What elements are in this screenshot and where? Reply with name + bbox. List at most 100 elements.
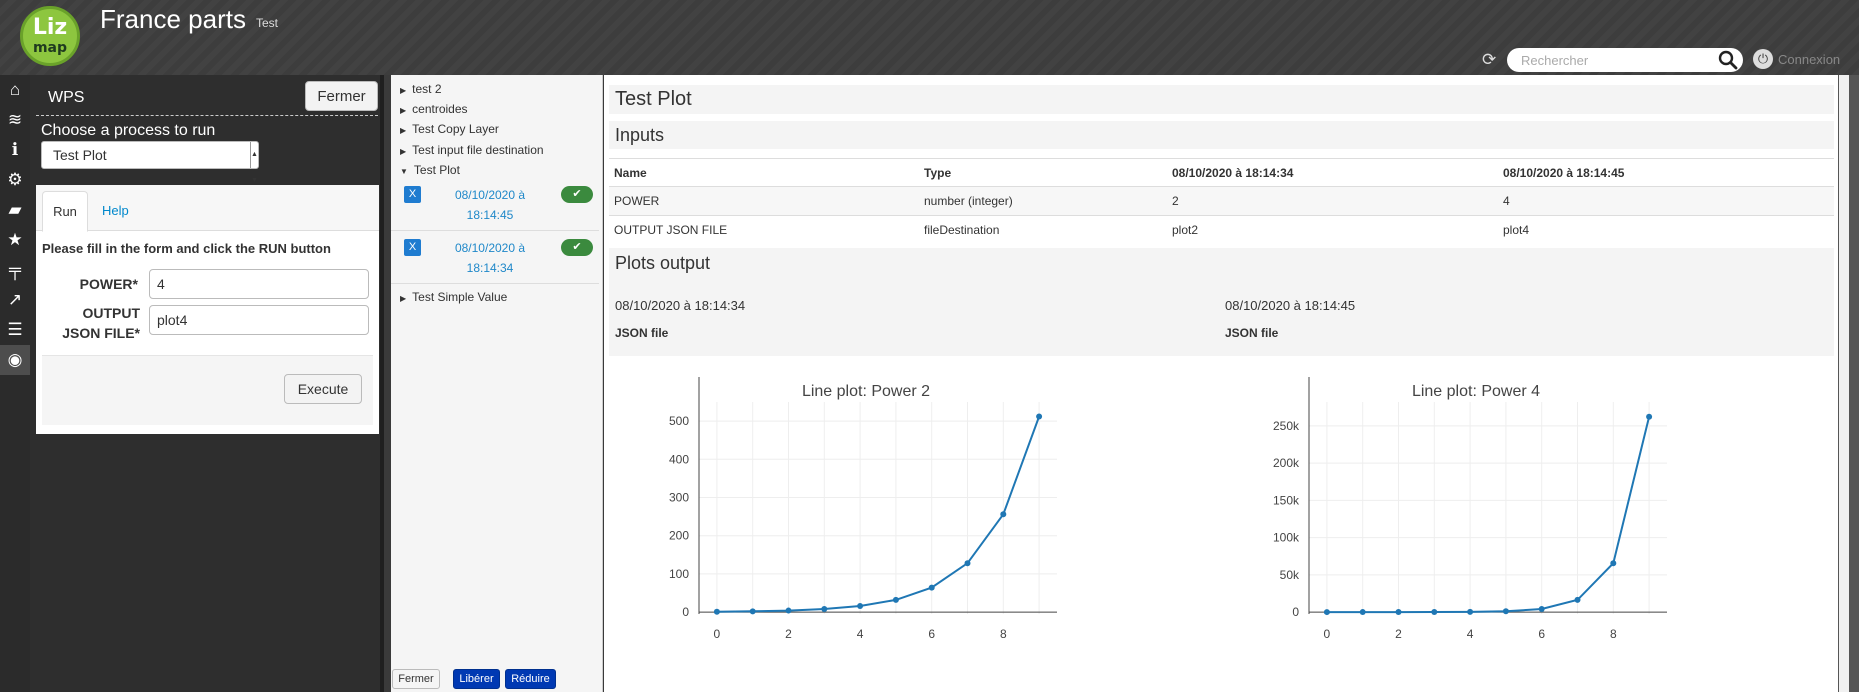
- line-chart-power-2: Line plot: Power 2 0 100 200 300 400 500 0 2 4 6 8: [669, 377, 1057, 641]
- y-tick-label: 500: [669, 414, 689, 428]
- choose-process-label: Choose a process to run: [41, 122, 216, 139]
- star-icon[interactable]: ★: [0, 225, 30, 255]
- free-button[interactable]: Libérer: [453, 669, 500, 689]
- header: Liz map France parts Test ⟳ ⏻ Connexion: [0, 0, 1859, 75]
- close-button[interactable]: Fermer: [392, 669, 440, 689]
- data-point: [1467, 608, 1474, 615]
- x-tick-label: 4: [1467, 627, 1474, 641]
- data-point: [1000, 511, 1007, 518]
- run-item: X 08/10/2020 à 18:14:34 ✔: [391, 234, 599, 284]
- scrollbar-thumb[interactable]: [1839, 75, 1849, 692]
- y-tick-label: 0: [682, 605, 689, 619]
- process-item[interactable]: ▶ Test Simple Value: [400, 290, 507, 304]
- gear-icon[interactable]: ⚙: [0, 165, 30, 195]
- triangle-right-icon: ▶: [400, 147, 407, 156]
- data-point: [821, 606, 828, 613]
- info-icon[interactable]: ℹ: [0, 135, 30, 165]
- x-tick-label: 6: [1538, 627, 1545, 641]
- series-line: [1326, 416, 1651, 614]
- x-tick-label: 0: [714, 627, 721, 641]
- y-tick-label: 100k: [1273, 531, 1300, 545]
- signpost-icon[interactable]: ╤: [0, 255, 30, 285]
- x-tick-label: 6: [928, 627, 935, 641]
- plots-section-title: Plots output: [615, 253, 711, 273]
- form-instructions: Please fill in the form and click the RU…: [42, 241, 331, 256]
- output-json-label-line1: OUTPUT: [82, 305, 140, 321]
- tab-help[interactable]: Help: [102, 191, 129, 231]
- plot-date: 08/10/2020 à 18:14:45: [1225, 298, 1356, 313]
- execute-button[interactable]: Execute: [284, 374, 362, 404]
- process-select[interactable]: Test Plot ▲ ▼: [41, 141, 259, 184]
- tab-bar: Run Help: [36, 185, 379, 232]
- x-tick-label: 4: [857, 627, 864, 641]
- list-icon[interactable]: ☰: [0, 315, 30, 345]
- page-subtitle: Test: [256, 16, 279, 30]
- data-point: [713, 608, 720, 615]
- reduce-button[interactable]: Réduire: [505, 669, 556, 689]
- chevron-down-icon: ▲ ▼: [250, 142, 258, 184]
- close-icon[interactable]: X: [404, 239, 421, 256]
- x-tick-label: 0: [1324, 627, 1331, 641]
- logo-text-bottom: map: [32, 40, 68, 56]
- search-icon[interactable]: [1718, 50, 1738, 70]
- power-label: POWER*: [79, 276, 138, 292]
- process-item[interactable]: ▶ Test Copy Layer: [400, 122, 499, 136]
- power-input[interactable]: [149, 269, 369, 299]
- inputs-section-title: Inputs: [609, 121, 1834, 149]
- output-json-input[interactable]: [149, 305, 369, 335]
- data-point: [1610, 560, 1617, 567]
- chart-title: Line plot: Power 2: [802, 383, 930, 400]
- form-actions: Execute: [42, 355, 373, 425]
- process-item[interactable]: ▶ test 2: [400, 82, 442, 96]
- table-cell: fileDestination: [919, 215, 1167, 245]
- table-cell: plot2: [1167, 215, 1498, 245]
- x-tick-label: 8: [1610, 627, 1617, 641]
- output-json-label-line2: JSON FILE*: [62, 325, 140, 341]
- plot-date: 08/10/2020 à 18:14:34: [615, 298, 746, 313]
- comment-icon[interactable]: ▰: [0, 195, 30, 225]
- process-item-selected[interactable]: ▼ Test Plot: [400, 163, 460, 177]
- table-header: Name: [609, 158, 919, 187]
- check-icon: ✔: [561, 186, 593, 203]
- triangle-down-icon: ▼: [400, 167, 408, 176]
- data-point: [1431, 609, 1438, 616]
- table-header-row: Name Type 08/10/2020 à 18:14:34 08/10/20…: [609, 158, 1834, 187]
- run-date-link[interactable]: 08/10/2020 à 18:14:34: [435, 238, 545, 278]
- tab-run[interactable]: Run: [42, 191, 88, 232]
- close-icon[interactable]: X: [404, 186, 421, 203]
- search-input[interactable]: [1521, 52, 1711, 68]
- data-point: [785, 607, 792, 614]
- data-point: [964, 560, 971, 567]
- table-header: 08/10/2020 à 18:14:45: [1498, 158, 1834, 187]
- table-cell: number (integer): [919, 186, 1167, 216]
- run-date-link[interactable]: 08/10/2020 à 18:14:45: [435, 185, 545, 225]
- y-tick-label: 100: [669, 567, 689, 581]
- y-tick-label: 250k: [1273, 419, 1300, 433]
- layers-icon[interactable]: ≋: [0, 105, 30, 135]
- data-point: [1574, 596, 1581, 603]
- plot-json-label: JSON file: [1225, 326, 1279, 340]
- y-tick-label: 400: [669, 452, 689, 466]
- data-point: [857, 602, 864, 609]
- y-tick-label: 0: [1292, 605, 1299, 619]
- wps-panel: WPS Fermer Choose a process to run Test …: [30, 75, 384, 692]
- data-point: [1646, 413, 1653, 420]
- plot-json-label: JSON file: [615, 326, 669, 340]
- home-icon[interactable]: ⌂: [0, 75, 30, 105]
- data-point: [1538, 606, 1545, 613]
- eye-icon[interactable]: ◉: [0, 345, 30, 375]
- triangle-right-icon: ▶: [400, 106, 407, 115]
- process-item[interactable]: ▶ centroides: [400, 102, 468, 116]
- lizmap-logo[interactable]: Liz map: [20, 6, 80, 66]
- y-tick-label: 150k: [1273, 493, 1300, 507]
- chart-title: Line plot: Power 4: [1412, 383, 1540, 400]
- connexion-link[interactable]: Connexion: [1778, 52, 1840, 67]
- share-icon[interactable]: ↗: [0, 285, 30, 315]
- check-icon: ✔: [561, 239, 593, 256]
- data-point: [928, 584, 935, 591]
- refresh-icon[interactable]: ⟳: [1482, 50, 1496, 70]
- power-icon[interactable]: ⏻: [1753, 49, 1773, 69]
- wps-title: WPS: [48, 89, 85, 106]
- wps-close-button[interactable]: Fermer: [305, 81, 378, 111]
- process-item[interactable]: ▶ Test input file destination: [400, 143, 544, 157]
